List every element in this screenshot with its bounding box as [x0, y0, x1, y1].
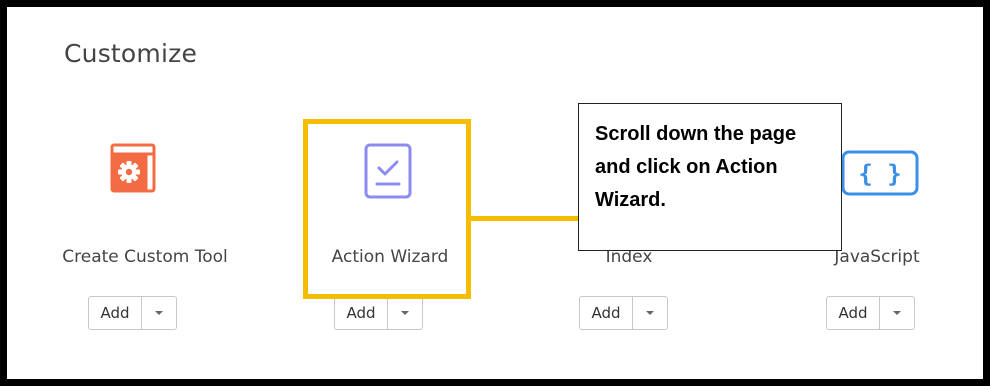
instruction-callout: Scroll down the page and click on Action… — [578, 103, 842, 251]
add-split-button-action-wizard[interactable]: Add — [334, 296, 423, 330]
add-split-button-index[interactable]: Add — [579, 296, 668, 330]
add-button[interactable]: Add — [89, 297, 142, 329]
add-button[interactable]: Add — [580, 297, 633, 329]
add-button[interactable]: Add — [827, 297, 880, 329]
caret-down-icon[interactable] — [633, 297, 667, 329]
section-title: Customize — [64, 39, 198, 68]
svg-text:{ }: { } — [858, 160, 901, 188]
screenshot-frame: Customize Create Custom Tool Add Action … — [0, 0, 990, 386]
action-wizard-highlight-box — [303, 119, 471, 299]
tool-label-create-custom-tool: Create Custom Tool — [62, 247, 228, 267]
custom-tool-gear-icon[interactable] — [110, 143, 156, 197]
javascript-braces-icon[interactable]: { } — [841, 150, 919, 200]
caret-down-icon[interactable] — [880, 297, 914, 329]
tool-label-javascript: JavaScript — [834, 247, 920, 267]
add-button[interactable]: Add — [335, 297, 388, 329]
caret-down-icon[interactable] — [388, 297, 422, 329]
add-split-button-create-custom-tool[interactable]: Add — [88, 296, 177, 330]
caret-down-icon[interactable] — [142, 297, 176, 329]
callout-connector-line — [470, 216, 578, 221]
add-split-button-javascript[interactable]: Add — [826, 296, 915, 330]
